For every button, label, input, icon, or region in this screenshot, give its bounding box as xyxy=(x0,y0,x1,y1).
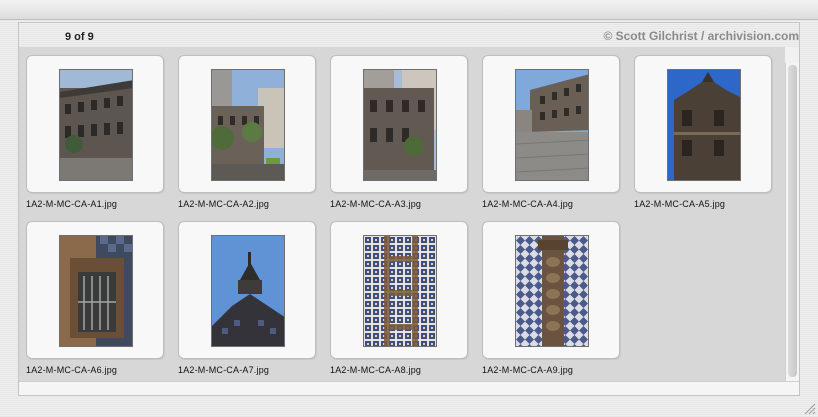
thumbnail-filename[interactable]: 1A2-M-MC-CA-A2.jpg xyxy=(178,199,328,209)
thumbnail-filename[interactable]: 1A2-M-MC-CA-A1.jpg xyxy=(26,199,176,209)
top-toolbar xyxy=(0,0,818,20)
window-detail-photo[interactable] xyxy=(59,235,133,347)
thumbnail-frame[interactable] xyxy=(26,221,164,359)
resize-grip-icon[interactable] xyxy=(802,401,816,415)
thumbnail-filename[interactable]: 1A2-M-MC-CA-A4.jpg xyxy=(482,199,632,209)
finial-sky-photo[interactable] xyxy=(211,235,285,347)
tile-pattern-photo[interactable] xyxy=(363,235,437,347)
thumbnail-frame[interactable] xyxy=(330,221,468,359)
copyright-credit: © Scott Gilchrist / archivision.com xyxy=(603,29,799,43)
carved-pilaster-photo[interactable] xyxy=(515,235,589,347)
plaza-street-photo[interactable] xyxy=(515,69,589,181)
scrollbar-thumb[interactable] xyxy=(788,65,797,377)
image-counter: 9 of 9 xyxy=(65,31,94,43)
thumbnail-filename[interactable]: 1A2-M-MC-CA-A9.jpg xyxy=(482,365,632,375)
gallery-header: 9 of 9 © Scott Gilchrist / archivision.c… xyxy=(19,23,799,47)
thumbnail-frame[interactable] xyxy=(482,221,620,359)
thumbnail-frame[interactable] xyxy=(482,55,620,193)
thumbnail-frame[interactable] xyxy=(26,55,164,193)
thumbnail-filename[interactable]: 1A2-M-MC-CA-A8.jpg xyxy=(330,365,480,375)
street-view-photo[interactable] xyxy=(211,69,285,181)
tiled-tower-photo[interactable] xyxy=(667,69,741,181)
thumbnail-grid: 1A2-M-MC-CA-A1.jpg 1A2-M-MC-CA-A2.jpg 1A… xyxy=(19,47,785,381)
building-corner-photo[interactable] xyxy=(363,69,437,181)
browser-window: { "header": { "counter": "9 of 9", "cred… xyxy=(0,0,818,417)
thumbnail-filename[interactable]: 1A2-M-MC-CA-A7.jpg xyxy=(178,365,328,375)
thumbnail-frame[interactable] xyxy=(634,55,772,193)
thumbnail-frame[interactable] xyxy=(330,55,468,193)
thumbnail-frame[interactable] xyxy=(178,55,316,193)
thumbnail-filename[interactable]: 1A2-M-MC-CA-A5.jpg xyxy=(634,199,784,209)
building-facade-photo[interactable] xyxy=(59,69,133,181)
thumbnail-filename[interactable]: 1A2-M-MC-CA-A3.jpg xyxy=(330,199,480,209)
gallery-panel: 9 of 9 © Scott Gilchrist / archivision.c… xyxy=(18,22,800,396)
status-bar xyxy=(19,381,799,395)
vertical-scrollbar[interactable] xyxy=(785,63,799,381)
thumbnail-filename[interactable]: 1A2-M-MC-CA-A6.jpg xyxy=(26,365,176,375)
thumbnail-frame[interactable] xyxy=(178,221,316,359)
